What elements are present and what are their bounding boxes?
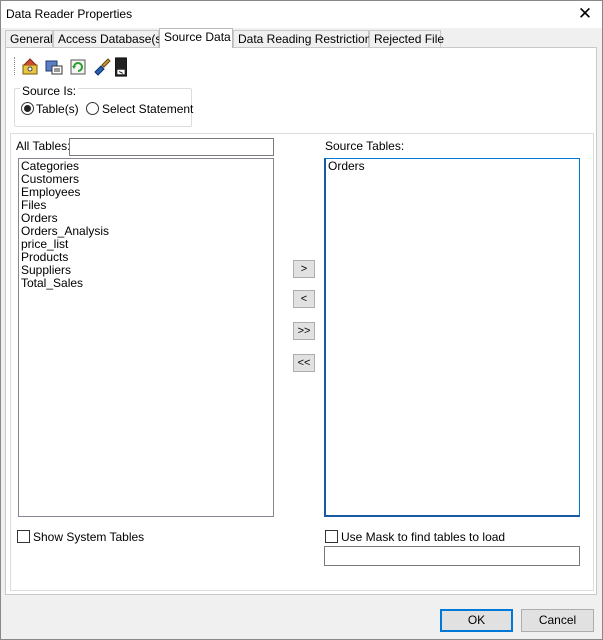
close-icon[interactable]: ✕ [576,5,594,23]
all-tables-filter-input[interactable] [69,138,274,156]
radio-tables-label[interactable]: Table(s) [36,102,79,116]
list-item[interactable]: Files [21,199,271,212]
show-system-tables-checkbox[interactable] [17,530,30,543]
source-tables-label: Source Tables: [325,139,405,153]
source-is-label: Source Is: [20,84,79,98]
list-item[interactable]: Employees [21,186,271,199]
cancel-button[interactable]: Cancel [521,609,594,632]
add-all-tables-button[interactable]: >> [293,322,315,340]
mask-input[interactable] [324,546,580,566]
toolbar-grip [14,57,17,75]
list-item[interactable]: Orders [328,160,577,173]
radio-tables[interactable] [21,102,34,115]
tables-panel: All Tables: Categories Customers Employe… [10,133,594,591]
tab-source-data[interactable]: Source Data [159,28,233,48]
refresh-icon[interactable] [68,57,88,77]
add-table-button[interactable]: > [293,260,315,278]
file-export-icon[interactable] [114,57,128,77]
show-system-tables-label[interactable]: Show System Tables [33,530,144,544]
tab-data-reading-restrictions[interactable]: Data Reading Restrictions [233,30,377,47]
radio-select-statement-label[interactable]: Select Statement [102,102,193,116]
remove-table-button[interactable]: < [293,290,315,308]
tab-rejected-file[interactable]: Rejected File [369,30,444,47]
clean-icon[interactable] [92,57,112,77]
tab-access-databases[interactable]: Access Database(s) [53,30,165,47]
use-mask-label[interactable]: Use Mask to find tables to load [341,530,505,544]
ok-button[interactable]: OK [440,609,513,632]
window-title: Data Reader Properties [6,7,133,21]
wizard-icon[interactable] [20,57,40,77]
all-tables-list[interactable]: Categories Customers Employees Files Ord… [18,158,274,517]
remove-all-tables-button[interactable]: << [293,354,315,372]
radio-select-statement[interactable] [86,102,99,115]
source-data-page: Source Is: Table(s) Select Statement All… [5,47,597,595]
title-bar: Data Reader Properties ✕ [1,1,602,28]
tab-general[interactable]: General [5,30,53,47]
dialog-window: Data Reader Properties ✕ General Access … [0,0,603,640]
source-tables-list[interactable]: Orders [324,158,580,517]
database-connect-icon[interactable] [44,57,64,77]
use-mask-checkbox[interactable] [325,530,338,543]
list-item[interactable]: Total_Sales [21,277,271,290]
all-tables-label: All Tables: [16,139,71,153]
